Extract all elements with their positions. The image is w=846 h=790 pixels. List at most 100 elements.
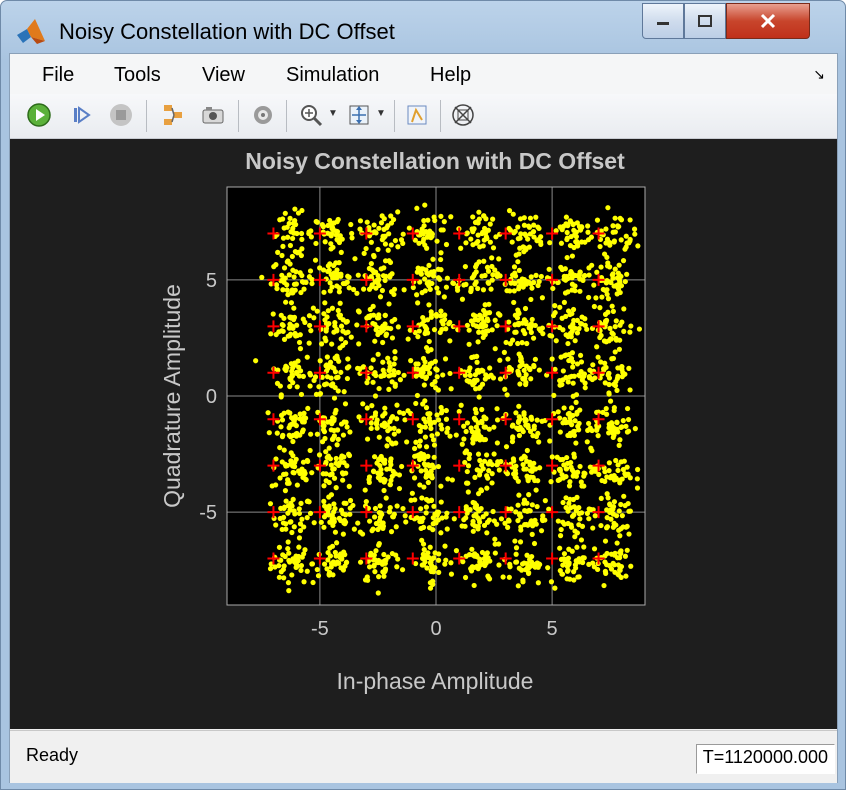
received-symbol-point bbox=[555, 518, 561, 524]
settings-button[interactable] bbox=[248, 100, 278, 130]
received-symbol-point bbox=[299, 272, 305, 279]
received-symbol-point bbox=[557, 304, 563, 310]
received-symbol-point bbox=[535, 237, 541, 243]
received-symbol-point bbox=[624, 429, 631, 435]
reference-constellation-button[interactable] bbox=[448, 100, 478, 130]
received-symbol-point bbox=[585, 229, 591, 235]
received-symbol-point bbox=[323, 459, 329, 465]
received-symbol-point bbox=[470, 528, 476, 534]
received-symbol-point bbox=[364, 405, 370, 411]
stop-button[interactable] bbox=[106, 100, 136, 130]
received-symbol-point bbox=[533, 487, 539, 493]
received-symbol-point bbox=[344, 424, 350, 430]
received-symbol-point bbox=[623, 573, 629, 579]
step-forward-button[interactable] bbox=[66, 100, 96, 130]
received-symbol-point bbox=[384, 225, 390, 231]
received-symbol-point bbox=[307, 510, 314, 516]
received-symbol-point bbox=[582, 380, 588, 386]
received-symbol-point bbox=[581, 483, 587, 489]
received-symbol-point bbox=[627, 329, 633, 335]
received-symbol-point bbox=[332, 369, 339, 375]
received-symbol-point bbox=[496, 256, 502, 262]
received-symbol-point bbox=[479, 367, 485, 373]
received-symbol-point bbox=[401, 287, 407, 293]
received-symbol-point bbox=[444, 275, 450, 281]
received-symbol-point bbox=[490, 508, 496, 515]
received-symbol-point bbox=[533, 214, 539, 220]
menu-overflow-arrow-icon[interactable]: ↘ bbox=[813, 66, 825, 83]
menu-tools[interactable]: Tools bbox=[114, 64, 161, 87]
menu-file[interactable]: File bbox=[42, 64, 74, 87]
received-symbol-point bbox=[591, 564, 597, 570]
run-button[interactable] bbox=[24, 100, 54, 130]
received-symbol-point bbox=[524, 500, 530, 506]
chart-title: Noisy Constellation with DC Offset bbox=[245, 148, 625, 174]
close-button[interactable] bbox=[726, 3, 810, 39]
toolbar: ▼ ▼ bbox=[10, 94, 837, 139]
received-symbol-point bbox=[416, 452, 422, 458]
received-symbol-point bbox=[331, 416, 337, 422]
received-symbol-point bbox=[529, 285, 535, 291]
received-symbol-point bbox=[328, 246, 334, 252]
received-symbol-point bbox=[386, 301, 392, 307]
zoom-in-button[interactable] bbox=[296, 100, 326, 130]
received-symbol-point bbox=[515, 502, 521, 508]
highlight-button[interactable] bbox=[402, 100, 432, 130]
received-symbol-point bbox=[488, 286, 494, 292]
received-symbol-point bbox=[526, 492, 532, 498]
maximize-button[interactable] bbox=[684, 3, 726, 39]
received-symbol-point bbox=[462, 450, 468, 456]
autoscale-dropdown-arrow-icon[interactable]: ▼ bbox=[376, 108, 386, 119]
autoscale-button[interactable] bbox=[344, 100, 374, 130]
received-symbol-point bbox=[317, 358, 323, 364]
received-symbol-point bbox=[417, 438, 423, 444]
received-symbol-point bbox=[610, 355, 617, 362]
received-symbol-point bbox=[343, 500, 349, 506]
received-symbol-point bbox=[534, 503, 540, 510]
received-symbol-point bbox=[526, 570, 532, 576]
received-symbol-point bbox=[296, 535, 303, 541]
received-symbol-point bbox=[572, 534, 578, 540]
menu-help[interactable]: Help bbox=[430, 64, 471, 87]
received-symbol-point bbox=[346, 274, 352, 280]
received-symbol-point bbox=[321, 514, 328, 520]
menu-simulation[interactable]: Simulation bbox=[286, 64, 379, 87]
received-symbol-point bbox=[606, 391, 612, 397]
received-symbol-point bbox=[622, 553, 629, 559]
received-symbol-point bbox=[278, 312, 284, 318]
menu-view[interactable]: View bbox=[202, 64, 245, 87]
received-symbol-point bbox=[506, 364, 513, 371]
constellation-chart[interactable]: Noisy Constellation with DC Offset -5 0 5 -… bbox=[10, 139, 837, 729]
received-symbol-point bbox=[431, 269, 437, 275]
received-symbol-point bbox=[585, 237, 592, 243]
received-symbol-point bbox=[610, 308, 616, 314]
minimize-button[interactable] bbox=[642, 3, 684, 39]
signal-selector-button[interactable] bbox=[158, 100, 188, 130]
received-symbol-point bbox=[571, 317, 577, 324]
snapshot-button[interactable] bbox=[198, 100, 228, 130]
received-symbol-point bbox=[277, 444, 283, 451]
received-symbol-point bbox=[329, 341, 335, 347]
received-symbol-point bbox=[623, 524, 629, 530]
received-symbol-point bbox=[313, 240, 319, 247]
received-symbol-point bbox=[519, 359, 525, 365]
received-symbol-point bbox=[513, 551, 519, 557]
received-symbol-point bbox=[475, 451, 482, 457]
received-symbol-point bbox=[589, 469, 595, 475]
received-symbol-point bbox=[564, 229, 570, 236]
received-symbol-point bbox=[414, 205, 420, 211]
received-symbol-point bbox=[601, 582, 607, 589]
received-symbol-point bbox=[611, 407, 617, 414]
zoom-dropdown-arrow-icon[interactable]: ▼ bbox=[328, 108, 338, 119]
received-symbol-point bbox=[563, 466, 569, 472]
received-symbol-point bbox=[441, 219, 447, 225]
received-symbol-point bbox=[563, 473, 569, 480]
received-symbol-point bbox=[389, 318, 395, 324]
received-symbol-point bbox=[609, 272, 615, 278]
received-symbol-point bbox=[586, 561, 592, 567]
received-symbol-point bbox=[341, 389, 347, 395]
received-symbol-point bbox=[468, 568, 475, 574]
received-symbol-point bbox=[516, 267, 522, 273]
title-bar[interactable]: Noisy Constellation with DC Offset bbox=[1, 1, 845, 53]
received-symbol-point bbox=[528, 274, 534, 280]
